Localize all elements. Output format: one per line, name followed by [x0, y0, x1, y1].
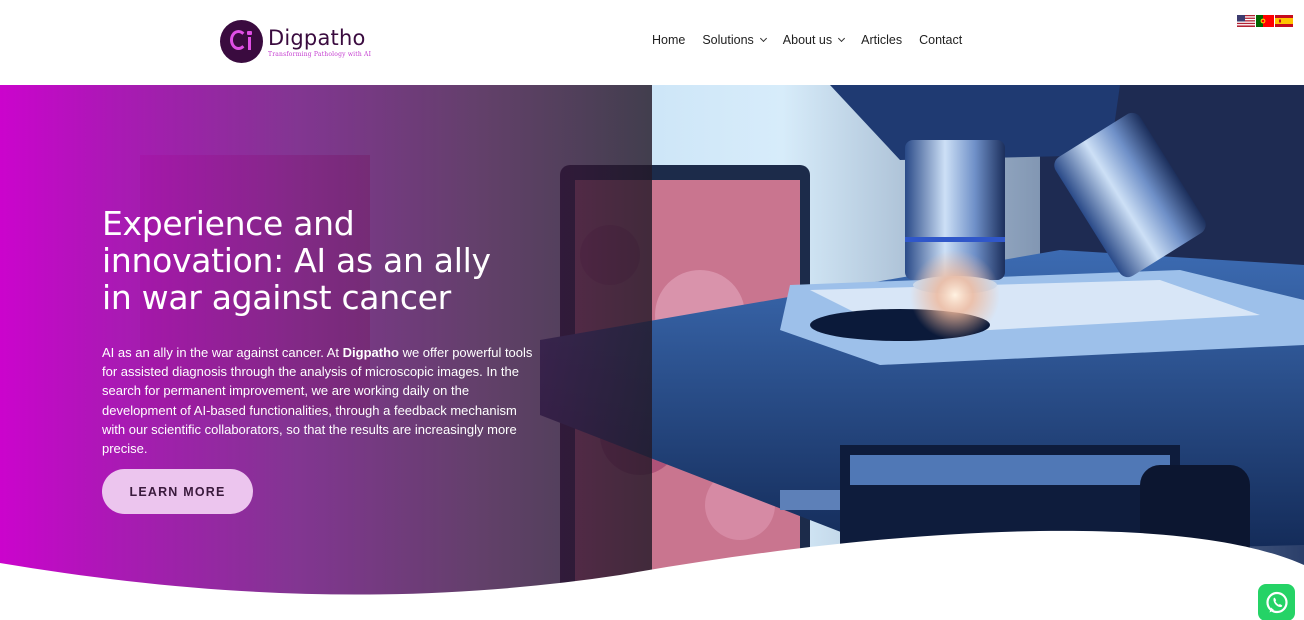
whatsapp-icon[interactable]: [1258, 584, 1295, 620]
chevron-down-icon: [759, 34, 767, 43]
us-flag-icon[interactable]: [1237, 15, 1255, 27]
logo[interactable]: Digpatho Transforming Pathology with AI: [220, 20, 371, 63]
nav-item-solutions[interactable]: Solutions: [702, 33, 767, 47]
nav-item-about-us[interactable]: About us: [783, 33, 846, 47]
hero-section: Experience and innovation: AI as an ally…: [0, 85, 1304, 620]
nav-item-articles[interactable]: Articles: [861, 33, 902, 47]
portugal-flag-icon[interactable]: [1256, 15, 1274, 27]
spain-flag-icon[interactable]: [1275, 15, 1293, 27]
logo-tagline: Transforming Pathology with AI: [268, 50, 372, 58]
nav-item-contact[interactable]: Contact: [919, 33, 962, 47]
hero-bottom-wave: [0, 530, 1304, 620]
site-header: Digpatho Transforming Pathology with AI …: [0, 0, 1304, 85]
language-switcher: [1237, 15, 1293, 27]
logo-name: Digpatho: [268, 25, 366, 50]
nav-item-home[interactable]: Home: [652, 33, 685, 47]
main-nav: Home Solutions About us Articles Contact: [652, 33, 979, 47]
chevron-down-icon: [838, 34, 846, 43]
logo-icon: [220, 20, 263, 63]
